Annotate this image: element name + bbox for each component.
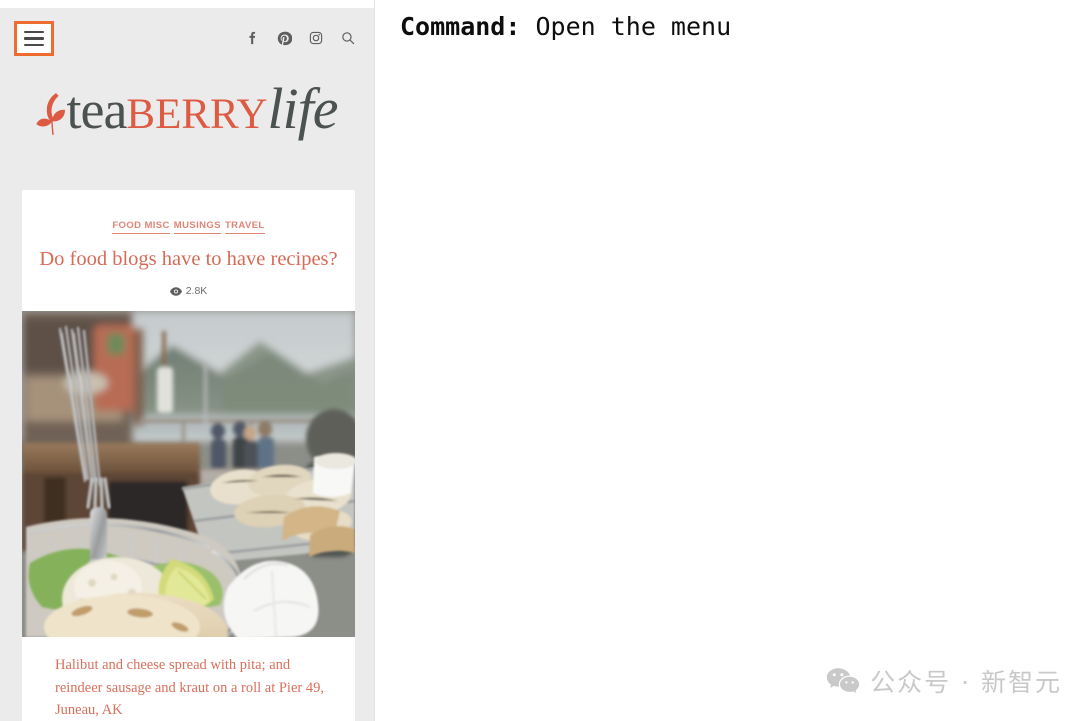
search-icon[interactable] (340, 30, 356, 46)
post-title[interactable]: Do food blogs have to have recipes? (22, 247, 355, 273)
command-text: Open the menu (520, 12, 732, 41)
logo-text-tea: tea (66, 80, 127, 140)
command-label: Command: (400, 12, 521, 41)
hamburger-bar-3 (24, 43, 44, 47)
site-header: teaBERRYlife (0, 8, 374, 183)
logo-text-berry: BERRY (126, 91, 268, 138)
wechat-icon (826, 668, 860, 694)
category-link-travel[interactable]: TRAVEL (224, 221, 265, 234)
pinterest-icon[interactable] (276, 30, 292, 46)
category-link-food-misc[interactable]: FOOD MISC (112, 221, 170, 234)
command-line: Command: Open the menu (400, 12, 731, 41)
facebook-icon[interactable] (244, 30, 260, 46)
command-panel: Command: Open the menu 公众号 · 新智元 (376, 0, 1080, 721)
screenshot-root: teaBERRYlife FOOD MISC MUSINGS TRAVEL Do f… (0, 0, 1080, 721)
post-view-count: 2.8K (22, 285, 355, 297)
post-caption: Halibut and cheese spread with pita; and… (55, 657, 324, 719)
hamburger-bar-2 (24, 37, 44, 40)
post-featured-image[interactable] (22, 311, 355, 638)
social-links (244, 30, 356, 46)
site-logo[interactable]: teaBERRYlife (0, 80, 374, 138)
category-link-musings[interactable]: MUSINGS (173, 221, 221, 234)
instagram-icon[interactable] (308, 30, 324, 46)
view-count-label: 2.8K (185, 285, 208, 298)
leaf-icon (36, 93, 66, 135)
watermark: 公众号 · 新智元 (826, 663, 1062, 699)
mobile-browser-viewport: teaBERRYlife FOOD MISC MUSINGS TRAVEL Do f… (0, 0, 375, 721)
post-card: FOOD MISC MUSINGS TRAVEL Do food blogs hav… (22, 190, 355, 721)
logo-text-life: life (267, 76, 338, 141)
eye-icon (169, 286, 182, 296)
hamburger-menu-button[interactable] (14, 21, 54, 56)
hamburger-bar-1 (24, 30, 44, 34)
watermark-text: 公众号 · 新智元 (870, 668, 1062, 697)
viewport-top-strip (0, 0, 374, 8)
post-categories: FOOD MISC MUSINGS TRAVEL (22, 190, 355, 234)
